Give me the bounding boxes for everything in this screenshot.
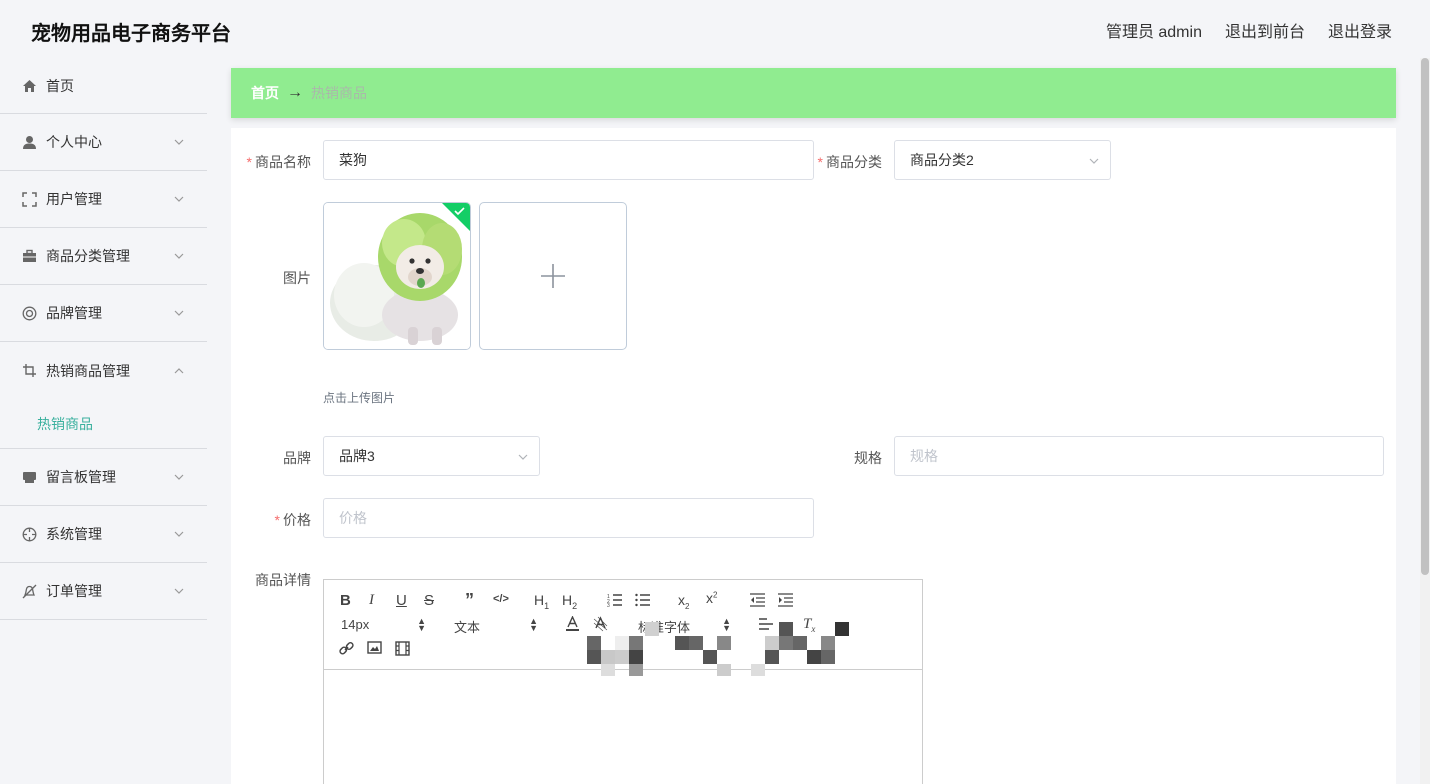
page-scrollbar[interactable] bbox=[1420, 58, 1430, 784]
exit-to-frontend-link[interactable]: 退出到前台 bbox=[1225, 18, 1305, 42]
sidebar-item-personal-center[interactable]: 个人中心 bbox=[0, 114, 207, 171]
product-name-input[interactable]: 菜狗 bbox=[323, 140, 814, 180]
detail-label: 商品详情 bbox=[255, 572, 311, 588]
chevron-down-icon bbox=[174, 196, 184, 202]
bold-icon[interactable]: B bbox=[340, 592, 351, 609]
font-size-select[interactable]: 14px ▲ ▼ bbox=[341, 616, 426, 633]
chevron-down-icon bbox=[1089, 158, 1099, 164]
superscript-icon[interactable]: x2 bbox=[706, 590, 717, 606]
brand-select[interactable]: 品牌3 bbox=[323, 436, 540, 476]
sidebar-item-label: 品牌管理 bbox=[46, 305, 102, 321]
site-title: 宠物用品电子商务平台 bbox=[31, 23, 231, 45]
brand-select-value: 品牌3 bbox=[339, 448, 375, 464]
sidebar-item-order-management[interactable]: 订单管理 bbox=[0, 563, 207, 620]
spec-input[interactable]: 规格 bbox=[894, 436, 1384, 476]
crop-icon bbox=[21, 363, 37, 379]
sidebar-item-message-board[interactable]: 留言板管理 bbox=[0, 449, 207, 506]
video-icon[interactable] bbox=[395, 641, 410, 656]
upload-hint[interactable]: 点击上传图片 bbox=[323, 389, 395, 406]
chevron-up-icon bbox=[174, 367, 184, 373]
target-icon bbox=[21, 526, 37, 542]
sidebar-item-label: 系统管理 bbox=[46, 526, 102, 542]
subscript-icon[interactable]: x2 bbox=[678, 592, 689, 611]
outdent-icon[interactable] bbox=[750, 593, 765, 607]
printer-icon bbox=[21, 469, 37, 485]
chevron-down-icon bbox=[174, 253, 184, 259]
rich-text-editor: B I U S ” </> H1 H2 123 x2 x2 14px ▲ ▼ 文本… bbox=[323, 579, 923, 784]
product-name-label: * 商品名称 bbox=[246, 154, 311, 170]
sidebar-item-label: 首页 bbox=[46, 77, 74, 94]
link-icon[interactable] bbox=[339, 641, 354, 656]
image-icon[interactable] bbox=[367, 641, 382, 654]
blockquote-icon[interactable]: ” bbox=[465, 590, 474, 611]
sidebar-item-hot-products-management[interactable]: 热销商品管理 bbox=[0, 342, 207, 399]
sidebar-item-brand-management[interactable]: 品牌管理 bbox=[0, 285, 207, 342]
font-size-value: 14px bbox=[341, 617, 370, 632]
home-icon bbox=[21, 78, 37, 94]
editor-content-pixelated bbox=[587, 622, 849, 676]
chevron-down-icon bbox=[174, 531, 184, 537]
user-icon bbox=[21, 134, 37, 150]
heading2-icon[interactable]: H2 bbox=[562, 592, 577, 611]
sidebar-subitem-hot-products[interactable]: 热销商品 bbox=[0, 399, 207, 449]
sidebar: 首页 个人中心 用户管理 商品分类管理 品牌管理 热销商品管理 热销商品 留言板… bbox=[0, 58, 207, 620]
scrollbar-thumb[interactable] bbox=[1421, 58, 1429, 575]
select-arrows-icon: ▲ ▼ bbox=[417, 616, 426, 633]
chevron-down-icon bbox=[174, 588, 184, 594]
plus-icon bbox=[541, 264, 565, 288]
logout-link[interactable]: 退出登录 bbox=[1328, 18, 1392, 42]
top-links: 管理员 admin 退出到前台 退出登录 bbox=[1106, 18, 1392, 42]
picture-label: 图片 bbox=[283, 270, 311, 286]
heading1-icon[interactable]: H1 bbox=[534, 592, 549, 611]
sidebar-item-label: 留言板管理 bbox=[46, 469, 116, 485]
sidebar-item-category-management[interactable]: 商品分类管理 bbox=[0, 228, 207, 285]
lifebuoy-icon bbox=[21, 305, 37, 321]
uploaded-picture[interactable] bbox=[323, 202, 471, 350]
header-select-value: 文本 bbox=[454, 620, 481, 635]
sidebar-item-home[interactable]: 首页 bbox=[0, 58, 207, 114]
breadcrumb-home[interactable]: 首页 bbox=[251, 83, 279, 103]
sidebar-item-user-management[interactable]: 用户管理 bbox=[0, 171, 207, 228]
ordered-list-icon[interactable]: 123 bbox=[607, 593, 623, 607]
chevron-down-icon bbox=[174, 310, 184, 316]
add-picture-button[interactable] bbox=[479, 202, 627, 350]
strikethrough-icon[interactable]: S bbox=[424, 592, 434, 609]
top-bar: 宠物用品电子商务平台 管理员 admin 退出到前台 退出登录 bbox=[0, 0, 1430, 58]
breadcrumb-current: 热销商品 bbox=[311, 85, 367, 101]
price-input[interactable]: 价格 bbox=[323, 498, 814, 538]
select-arrows-icon: ▲ ▼ bbox=[529, 616, 538, 633]
chevron-down-icon bbox=[174, 474, 184, 480]
brand-label: 品牌 bbox=[283, 450, 311, 466]
upload-success-icon bbox=[442, 203, 470, 231]
code-block-icon[interactable]: </> bbox=[493, 593, 509, 605]
category-select-value: 商品分类2 bbox=[910, 152, 974, 168]
underline-icon[interactable]: U bbox=[396, 592, 407, 609]
category-label: * 商品分类 bbox=[817, 154, 882, 170]
italic-icon[interactable]: I bbox=[369, 592, 374, 609]
price-label: * 价格 bbox=[274, 512, 311, 528]
sidebar-item-label: 用户管理 bbox=[46, 191, 102, 207]
category-select[interactable]: 商品分类2 bbox=[894, 140, 1111, 180]
sidebar-item-label: 热销商品管理 bbox=[46, 362, 130, 379]
svg-text:3: 3 bbox=[607, 603, 610, 607]
admin-user-link[interactable]: 管理员 admin bbox=[1106, 18, 1202, 42]
sidebar-item-label: 商品分类管理 bbox=[46, 248, 130, 264]
bullet-list-icon[interactable] bbox=[635, 593, 651, 607]
chevron-down-icon bbox=[518, 454, 528, 460]
header-select[interactable]: 文本 ▲ ▼ bbox=[454, 617, 538, 636]
bell-off-icon bbox=[21, 583, 37, 599]
sidebar-item-system-management[interactable]: 系统管理 bbox=[0, 506, 207, 563]
spec-label: 规格 bbox=[854, 450, 882, 466]
scan-frame-icon bbox=[21, 191, 37, 207]
indent-icon[interactable] bbox=[778, 593, 793, 607]
briefcase-icon bbox=[21, 248, 37, 264]
sidebar-item-label: 订单管理 bbox=[46, 583, 102, 599]
chevron-down-icon bbox=[174, 139, 184, 145]
breadcrumb-arrow: → bbox=[287, 84, 303, 101]
sidebar-item-label: 个人中心 bbox=[46, 134, 102, 150]
breadcrumb: 首页 → 热销商品 bbox=[231, 68, 1396, 118]
